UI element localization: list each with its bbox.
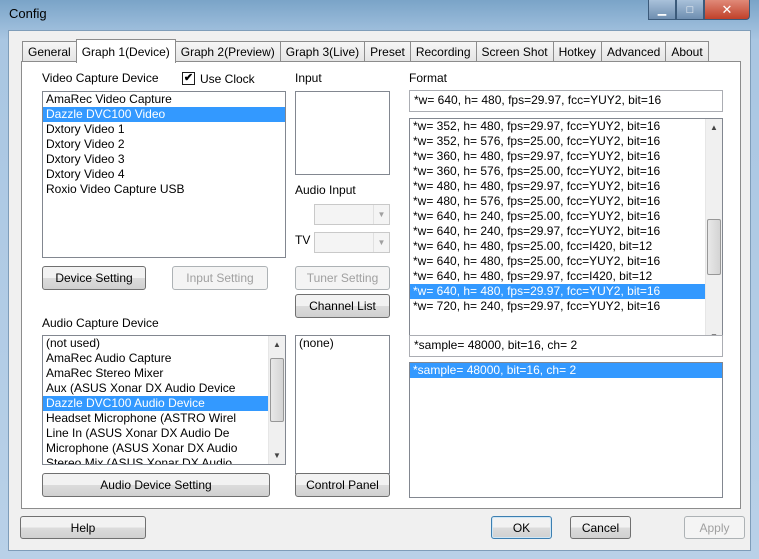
- scroll-up-icon[interactable]: ▲: [269, 336, 285, 353]
- list-item[interactable]: Roxio Video Capture USB: [43, 182, 285, 197]
- list-item[interactable]: *w= 720, h= 240, fps=29.97, fcc=YUY2, bi…: [410, 299, 722, 314]
- channel-list-button[interactable]: Channel List: [295, 294, 390, 318]
- tab-panel-graph1: Video Capture Device ✔ Use Clock AmaRec …: [21, 61, 741, 509]
- audio-input-combo[interactable]: ▼: [314, 204, 390, 225]
- minimize-icon: ▁: [657, 4, 667, 16]
- list-item[interactable]: Line In (ASUS Xonar DX Audio De: [43, 426, 285, 441]
- scroll-thumb[interactable]: [707, 219, 721, 275]
- list-item[interactable]: *w= 360, h= 576, fps=25.00, fcc=YUY2, bi…: [410, 164, 722, 179]
- list-item[interactable]: Aux (ASUS Xonar DX Audio Device: [43, 381, 285, 396]
- window-frame: Config ▁ □ ✕ General Graph 1(Device) Graph…: [0, 0, 759, 559]
- list-item[interactable]: Microphone (ASUS Xonar DX Audio: [43, 441, 285, 456]
- list-item[interactable]: *w= 352, h= 480, fps=29.97, fcc=YUY2, bi…: [410, 119, 722, 134]
- tab-general[interactable]: General: [22, 41, 77, 62]
- list-item[interactable]: *w= 352, h= 576, fps=25.00, fcc=YUY2, bi…: [410, 134, 722, 149]
- tuner-setting-button[interactable]: Tuner Setting: [295, 266, 390, 290]
- chevron-down-icon: ▼: [373, 233, 389, 252]
- tab-about[interactable]: About: [665, 41, 709, 62]
- audio-device-list[interactable]: (not used) AmaRec Audio Capture AmaRec Ste…: [42, 335, 286, 465]
- chevron-down-icon: ▼: [373, 205, 389, 224]
- tab-preset[interactable]: Preset: [364, 41, 411, 62]
- vertical-scrollbar[interactable]: ▲▼: [268, 336, 285, 464]
- tab-graph-2-preview-[interactable]: Graph 2(Preview): [174, 41, 281, 62]
- device-setting-button[interactable]: Device Setting: [42, 266, 146, 290]
- audio-input-label: Audio Input: [295, 183, 356, 197]
- list-item[interactable]: *sample= 48000, bit=16, ch= 2: [410, 363, 722, 378]
- list-item[interactable]: Dxtory Video 2: [43, 137, 285, 152]
- tab-graph-1-device-[interactable]: Graph 1(Device): [75, 39, 176, 63]
- list-item[interactable]: Dxtory Video 3: [43, 152, 285, 167]
- close-icon: ✕: [721, 1, 733, 17]
- tab-hotkey[interactable]: Hotkey: [552, 41, 602, 62]
- audio-control-list[interactable]: (none): [295, 335, 390, 474]
- input-setting-button[interactable]: Input Setting: [172, 266, 268, 290]
- maximize-button[interactable]: □: [676, 0, 704, 20]
- tab-graph-3-live-[interactable]: Graph 3(Live): [279, 41, 366, 62]
- format-label: Format: [409, 71, 448, 85]
- use-clock-label: Use Clock: [200, 72, 255, 86]
- audio-format-current-field[interactable]: *sample= 48000, bit=16, ch= 2: [409, 335, 723, 357]
- scroll-thumb[interactable]: [270, 358, 284, 422]
- scroll-down-icon[interactable]: ▼: [269, 447, 285, 464]
- tab-screen-shot[interactable]: Screen Shot: [475, 41, 554, 62]
- use-clock-checkbox[interactable]: ✔: [182, 72, 195, 85]
- video-device-list[interactable]: AmaRec Video Capture Dazzle DVC100 Video D…: [42, 91, 286, 258]
- tv-combo[interactable]: ▼: [314, 232, 390, 253]
- list-item[interactable]: AmaRec Stereo Mixer: [43, 366, 285, 381]
- format-current-field[interactable]: *w= 640, h= 480, fps=29.97, fcc=YUY2, bi…: [409, 90, 723, 112]
- list-item[interactable]: AmaRec Video Capture: [43, 92, 285, 107]
- list-item[interactable]: *w= 640, h= 480, fps=25.00, fcc=YUY2, bi…: [410, 254, 722, 269]
- list-item[interactable]: Stereo Mix (ASUS Xonar DX Audio: [43, 456, 285, 464]
- list-item[interactable]: *w= 480, h= 576, fps=25.00, fcc=YUY2, bi…: [410, 194, 722, 209]
- dialog-client: General Graph 1(Device) Graph 2(Preview) Gr…: [8, 30, 751, 551]
- list-item[interactable]: *w= 360, h= 480, fps=29.97, fcc=YUY2, bi…: [410, 149, 722, 164]
- cancel-button[interactable]: Cancel: [570, 516, 631, 539]
- list-item[interactable]: Dazzle DVC100 Audio Device: [43, 396, 285, 411]
- audio-format-list[interactable]: *sample= 48000, bit=16, ch= 2: [409, 362, 723, 498]
- caption-buttons: ▁ □ ✕: [648, 0, 750, 20]
- window-title: Config: [9, 6, 47, 21]
- format-list[interactable]: *w= 352, h= 480, fps=29.97, fcc=YUY2, bi…: [409, 118, 723, 346]
- input-label: Input: [295, 71, 322, 85]
- video-capture-label: Video Capture Device: [42, 71, 159, 85]
- list-item[interactable]: (not used): [43, 336, 285, 351]
- list-item[interactable]: Dxtory Video 4: [43, 167, 285, 182]
- list-item[interactable]: *w= 480, h= 480, fps=29.97, fcc=YUY2, bi…: [410, 179, 722, 194]
- list-item[interactable]: *w= 640, h= 240, fps=29.97, fcc=YUY2, bi…: [410, 224, 722, 239]
- scroll-up-icon[interactable]: ▲: [706, 119, 722, 136]
- list-item[interactable]: Headset Microphone (ASTRO Wirel: [43, 411, 285, 426]
- list-item[interactable]: Dxtory Video 1: [43, 122, 285, 137]
- list-item[interactable]: AmaRec Audio Capture: [43, 351, 285, 366]
- close-button[interactable]: ✕: [704, 0, 750, 20]
- ok-button[interactable]: OK: [491, 516, 552, 539]
- list-item[interactable]: Dazzle DVC100 Video: [43, 107, 285, 122]
- list-item[interactable]: *w= 640, h= 480, fps=29.97, fcc=YUY2, bi…: [410, 284, 722, 299]
- minimize-button[interactable]: ▁: [648, 0, 676, 20]
- control-panel-button[interactable]: Control Panel: [295, 473, 390, 497]
- list-item[interactable]: *w= 640, h= 240, fps=25.00, fcc=YUY2, bi…: [410, 209, 722, 224]
- tab-strip: General Graph 1(Device) Graph 2(Preview) Gr…: [22, 39, 709, 63]
- vertical-scrollbar[interactable]: ▲▼: [705, 119, 722, 345]
- input-list[interactable]: [295, 91, 390, 175]
- list-item[interactable]: (none): [296, 336, 389, 351]
- list-item[interactable]: *w= 640, h= 480, fps=25.00, fcc=I420, bi…: [410, 239, 722, 254]
- tv-label: TV: [295, 233, 311, 247]
- tab-advanced[interactable]: Advanced: [600, 41, 667, 62]
- help-button[interactable]: Help: [20, 516, 146, 539]
- check-mark-icon: ✔: [183, 72, 194, 84]
- apply-button[interactable]: Apply: [684, 516, 745, 539]
- audio-capture-label: Audio Capture Device: [42, 316, 159, 330]
- tab-recording[interactable]: Recording: [409, 41, 477, 62]
- audio-device-setting-button[interactable]: Audio Device Setting: [42, 473, 270, 497]
- list-item[interactable]: *w= 640, h= 480, fps=29.97, fcc=I420, bi…: [410, 269, 722, 284]
- maximize-icon: □: [686, 3, 694, 16]
